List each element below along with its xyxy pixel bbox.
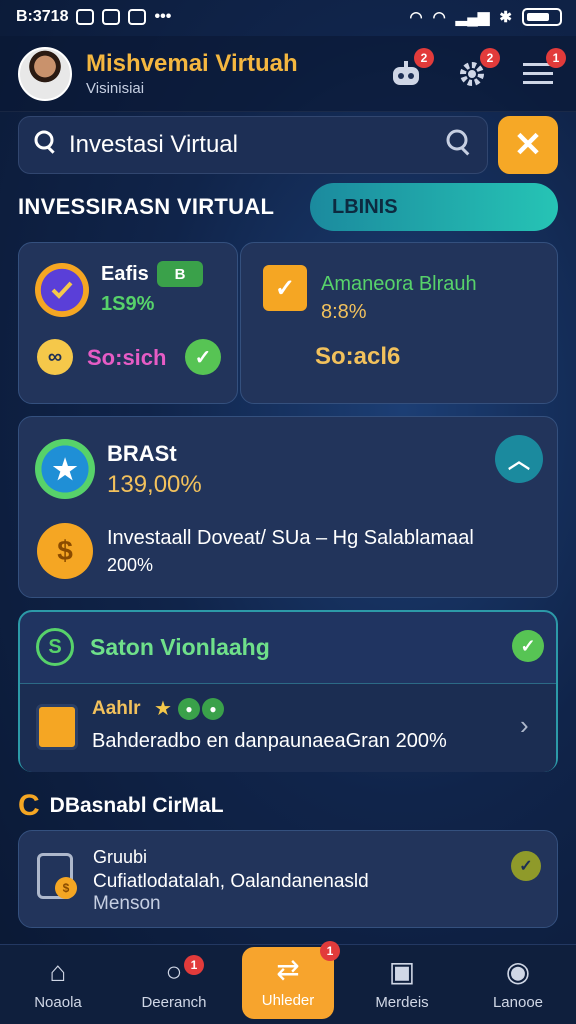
star-icon: ★ (35, 439, 95, 499)
signal-icon: ▂▄▆ (455, 9, 490, 26)
nav-label: Lanooe (492, 994, 544, 1011)
card-title: BRASt (107, 441, 177, 466)
status-badge: B (157, 261, 203, 287)
status-left: B:3718 ••• (16, 8, 171, 26)
notification-badge: 1 (184, 954, 204, 975)
notification-badge: 2 (414, 47, 434, 68)
item-line: Menson (93, 893, 161, 914)
coin-icon: $ (55, 877, 77, 899)
nav-item-search[interactable]: ○ 1 Deeranch (126, 945, 222, 1024)
notification-badge: 1 (546, 47, 566, 68)
coin-icon: ● (178, 698, 200, 720)
card-description: 200% (107, 555, 154, 575)
row-title: Aahlr (92, 698, 141, 719)
dollar-icon: S (36, 628, 74, 666)
profile-icon: ◉ (505, 956, 531, 987)
featured-card[interactable]: ★ BRASt 139,00% ︿ $ Investaall Doveat/ S… (18, 416, 558, 598)
wifi-icon: ◠ (432, 9, 446, 26)
card-action-label: So:acl6 (315, 343, 401, 370)
wifi-icon: ◠ (409, 9, 423, 26)
card-action-label: So:sich (87, 345, 167, 370)
page-title: Mishvemai Virtuah (86, 50, 298, 77)
row-description: Bahderadbo en danpaunaeaGran 200% (92, 730, 447, 752)
nav-item-profile[interactable]: ◉ Lanooe (470, 945, 566, 1024)
gear-icon[interactable]: 2 (452, 47, 500, 94)
status-right: ◠ ◠ ▂▄▆ ✱ (410, 8, 562, 26)
status-bar: B:3718 ••• ◠ ◠ ▂▄▆ ✱ (0, 0, 576, 34)
nav-item-exchange[interactable]: ⇄ 1 Uhleder (242, 940, 340, 1019)
music-icon (128, 9, 147, 25)
card-value: 139,00% (107, 471, 202, 498)
nav-label: Deeranch (141, 994, 207, 1011)
battery-icon (522, 8, 562, 26)
chevron-right-icon[interactable]: › (520, 710, 529, 741)
card-title: Saton Vionlaahg (90, 634, 270, 660)
nav-label: Merdeis (375, 994, 429, 1011)
nav-label: Noaola (34, 994, 82, 1011)
check-icon[interactable]: ✓ (511, 851, 541, 881)
section-title: DBasnabl CirMaL (49, 794, 224, 817)
investment-card[interactable]: Eafis B 1S9% ∞ So:sich ✓ (18, 242, 238, 404)
chart-icon: ▣ (388, 956, 416, 987)
robot-icon[interactable]: 2 (386, 47, 434, 94)
status-time: B:3718 (16, 8, 69, 25)
chevron-up-icon[interactable]: ︿ (495, 435, 543, 483)
menu-icon[interactable]: 1 (518, 47, 566, 94)
app-header: Mishvemai Virtuah Visinisiai 2 2 1 (0, 36, 576, 112)
bottom-nav: ⌂ Noaola ○ 1 Deeranch ⇄ 1 Uhleder ▣ Merd… (0, 940, 576, 1024)
header-text: Mishvemai Virtuah Visinisiai (86, 50, 298, 97)
selected-card[interactable]: S Saton Vionlaahg ✓ Aahlr ★ ● ● Bahderad… (18, 610, 558, 772)
crescent-icon: C (18, 789, 40, 822)
card-description: Investaall Doveat/ SUa – Hg Salablamaal (107, 527, 474, 549)
coin-icon: ● (202, 698, 224, 720)
bluetooth-icon: ✱ (499, 9, 512, 26)
page-subtitle: Visinisiai (86, 80, 145, 97)
close-icon: ✕ (513, 126, 543, 164)
search-icon: ○ (165, 956, 183, 987)
card-value: 8:8% (321, 301, 367, 323)
selected-card-row[interactable]: Aahlr ★ ● ● Bahderadbo en danpaunaeaGran… (20, 684, 556, 772)
list-item[interactable]: $ Gruubi Cufiatlodatalah, Oalandanenasld… (18, 830, 558, 928)
exchange-icon: ⇄ (276, 954, 300, 985)
card-value: 1S9% (101, 293, 155, 315)
section-title: INVESSIRASN VIRTUAL (18, 194, 275, 219)
check-icon: ✓ (512, 630, 544, 662)
avatar[interactable] (18, 46, 72, 101)
search-icon (33, 129, 59, 161)
nav-item-chart[interactable]: ▣ Merdeis (354, 945, 450, 1024)
section-header: C DBasnabl CirMaL (18, 786, 558, 826)
close-button[interactable]: ✕ (498, 116, 558, 174)
search-icon-graphic (34, 130, 55, 154)
nav-label: Uhleder (261, 992, 315, 1009)
notification-badge: 2 (480, 47, 500, 68)
calculator-icon (36, 704, 78, 750)
notification-badge: 1 (320, 940, 340, 961)
selected-card-header[interactable]: S Saton Vionlaahg ✓ (20, 612, 556, 684)
document-icon: ✓ (263, 265, 307, 311)
search-icon-graphic (446, 129, 470, 155)
dollar-icon: $ (37, 523, 93, 579)
section-title-row: INVESSIRASN VIRTUAL LBINIS (18, 182, 558, 232)
link-icon: ∞ (37, 339, 73, 375)
nav-item-home[interactable]: ⌂ Noaola (10, 945, 106, 1024)
camera-icon (102, 9, 121, 25)
card-label: Eafis (101, 263, 149, 285)
checklist-icon-graphic (51, 281, 73, 299)
tab-pill[interactable]: LBINIS (310, 183, 558, 231)
status-dots: ••• (154, 8, 172, 25)
search-icon[interactable] (445, 128, 473, 163)
check-icon[interactable]: ✓ (185, 339, 221, 375)
investment-card[interactable]: ✓ Amaneora Blrauh 8:8% So:acl6 (240, 242, 558, 404)
card-label: Amaneora Blrauh (321, 273, 477, 295)
checklist-icon (35, 263, 89, 317)
search-input[interactable] (69, 131, 445, 159)
item-title: Gruubi (93, 847, 148, 867)
home-icon: ⌂ (49, 956, 67, 987)
search-row: ✕ (18, 116, 558, 176)
star-icon: ★ (154, 698, 172, 720)
item-line: Cufiatlodatalah, Oalandanenasld (93, 871, 369, 892)
camera-icon (76, 9, 95, 25)
search-box[interactable] (18, 116, 488, 174)
header-icons: 2 2 1 (386, 47, 566, 94)
